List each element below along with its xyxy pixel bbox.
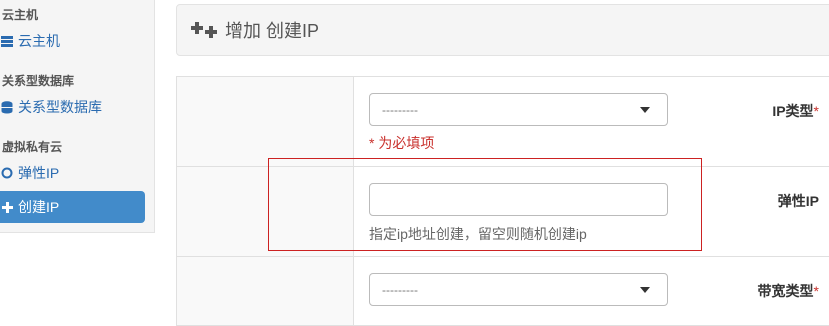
- caret-down-icon: [640, 107, 650, 113]
- elastic-ip-label: 弹性IP: [777, 193, 819, 209]
- bandwidth-type-label-text: 带宽类型: [757, 283, 814, 299]
- plus-icon: [0, 201, 14, 213]
- caret-down-icon: [640, 287, 650, 293]
- create-ip-form: IP类型* --------- * 为必填项 弹性IP 指定ip地址创建，留空则…: [176, 76, 829, 326]
- sidebar-item-cloud-host[interactable]: 云主机: [0, 25, 145, 57]
- elastic-ip-help: 指定ip地址创建，留空则随机创建ip: [369, 226, 587, 242]
- required-mark: *: [813, 103, 819, 119]
- ip-type-select[interactable]: ---------: [369, 93, 668, 126]
- row-divider: [177, 166, 829, 167]
- page-header: 增加 创建IP: [176, 4, 829, 56]
- bandwidth-type-label: 带宽类型*: [659, 281, 829, 301]
- sidebar-section-cloud-host: 云主机: [2, 8, 39, 22]
- add-icon: [191, 21, 219, 39]
- label-column: [177, 77, 354, 325]
- ip-type-label: IP类型*: [659, 101, 829, 121]
- ip-type-selected-value: ---------: [382, 102, 418, 117]
- sidebar-section-relational-db: 关系型数据库: [2, 74, 75, 88]
- sidebar-item-label: 创建IP: [18, 199, 60, 215]
- page-title: 增加 创建IP: [225, 21, 320, 41]
- database-icon: [0, 100, 14, 114]
- sidebar-item-label: 弹性IP: [18, 165, 60, 181]
- server-icon: [0, 35, 14, 47]
- sidebar-item-label: 云主机: [18, 33, 60, 49]
- ip-type-error: * 为必填项: [369, 135, 435, 151]
- elastic-ip-input[interactable]: [369, 183, 668, 216]
- sidebar-item-create-ip[interactable]: 创建IP: [0, 191, 145, 223]
- bandwidth-type-select[interactable]: ---------: [369, 273, 668, 306]
- sidebar-item-relational-db[interactable]: 关系型数据库: [0, 91, 145, 123]
- sidebar-section-vpc: 虚拟私有云: [2, 140, 63, 154]
- ip-type-label-text: IP类型: [772, 103, 814, 119]
- sidebar-item-elastic-ip[interactable]: 弹性IP: [0, 157, 145, 189]
- required-mark: *: [813, 283, 819, 299]
- circle-icon: [0, 167, 14, 179]
- sidebar-item-label: 关系型数据库: [18, 99, 102, 115]
- sidebar: 云主机 云主机 关系型数据库 关系型数据库 虚拟私有云 弹性IP 创建IP: [0, 0, 155, 233]
- bandwidth-type-selected-value: ---------: [382, 282, 418, 297]
- row-divider: [177, 256, 829, 257]
